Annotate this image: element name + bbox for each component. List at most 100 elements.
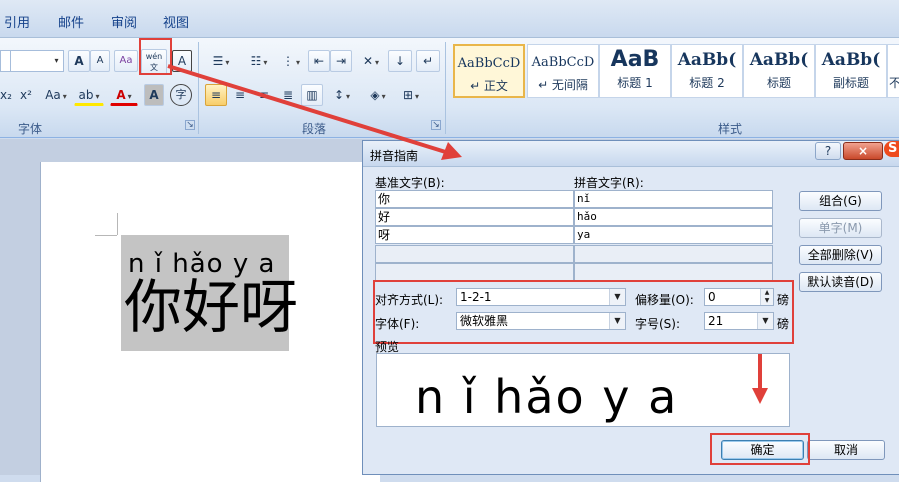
base-text-cell[interactable] bbox=[375, 263, 574, 281]
sogou-logo-icon: S bbox=[884, 141, 899, 157]
show-marks-button[interactable]: ↵ bbox=[416, 50, 440, 72]
margin-mark bbox=[117, 213, 118, 235]
close-icon: × bbox=[857, 144, 869, 158]
style-sample: AaBbCcD bbox=[457, 56, 521, 71]
char-shading-button[interactable]: A bbox=[144, 84, 164, 106]
sort-icon: ↓ bbox=[394, 54, 406, 68]
group-button[interactable]: 组合(G) bbox=[799, 191, 882, 211]
phonetic-guide-highlight bbox=[139, 38, 172, 75]
preview-box: n ǐ hǎo y a bbox=[376, 353, 790, 427]
style-normal[interactable]: AaBbCcD ↵ 正文 bbox=[453, 44, 525, 98]
justify-button[interactable]: ≣ bbox=[277, 84, 299, 106]
align-left-button[interactable]: ≡ bbox=[205, 84, 227, 106]
style-name: 标题 bbox=[766, 76, 791, 90]
style-sample: AaBbCcD bbox=[531, 55, 595, 70]
decrease-indent-button[interactable]: ⇤ bbox=[308, 50, 330, 72]
preview-text: n ǐ hǎo y a bbox=[415, 370, 679, 424]
document-hanzi-text[interactable]: 你好呀 bbox=[124, 274, 298, 340]
char-border-button[interactable]: A bbox=[172, 50, 192, 72]
increase-indent-icon: ⇥ bbox=[335, 54, 347, 68]
shrink-font-button[interactable]: A bbox=[90, 50, 110, 72]
ruby-text-header: 拼音文字(R): bbox=[574, 176, 644, 190]
style-name: 标题 1 bbox=[617, 76, 653, 90]
sort-button[interactable]: ↓ bbox=[388, 50, 412, 72]
shading-button[interactable]: ◈ bbox=[362, 84, 394, 106]
ruby-text-cell[interactable] bbox=[574, 263, 773, 281]
align-center-button[interactable]: ≡ bbox=[229, 84, 251, 106]
justify-icon: ≣ bbox=[282, 88, 294, 102]
enclose-char-button[interactable]: 字 bbox=[170, 84, 192, 106]
menu-review[interactable]: 审阅 bbox=[111, 12, 137, 31]
clear-all-button[interactable]: 全部删除(V) bbox=[799, 245, 882, 265]
paragraph-mark-icon: ↵ bbox=[422, 54, 434, 68]
close-button[interactable]: × bbox=[843, 142, 883, 160]
increase-indent-button[interactable]: ⇥ bbox=[330, 50, 352, 72]
clear-format-button[interactable]: Aa bbox=[114, 50, 138, 72]
align-center-icon: ≡ bbox=[234, 88, 246, 102]
styles-group-label: 样式 bbox=[718, 122, 743, 136]
chevron-down-icon: ▾ bbox=[54, 56, 59, 65]
align-left-icon: ≡ bbox=[210, 88, 222, 102]
style-sample: AaBb( bbox=[749, 50, 809, 70]
font-dialog-launcher-icon[interactable]: ↘ bbox=[185, 120, 195, 130]
ruby-text-cell[interactable] bbox=[574, 245, 773, 263]
change-case-button[interactable]: Aa bbox=[40, 84, 72, 106]
cancel-button[interactable]: 取消 bbox=[807, 440, 885, 460]
help-button[interactable]: ? bbox=[815, 142, 841, 160]
mono-button[interactable]: 单字(M) bbox=[799, 218, 882, 238]
chinese-layout-icon: ✕ bbox=[362, 54, 374, 68]
font-group-label: 字体 bbox=[18, 122, 43, 136]
style-sample: AaB bbox=[610, 47, 660, 72]
style-name: ↵ 无间隔 bbox=[538, 78, 588, 92]
font-size-combo[interactable]: ▾ bbox=[10, 50, 64, 72]
distributed-icon: ▥ bbox=[306, 88, 318, 102]
font-color-button[interactable]: A bbox=[110, 84, 138, 106]
ribbon: ▾ ▾ A A Aa wén 文 A x₂ x² Aa ab A A 字 字体 … bbox=[0, 38, 899, 138]
borders-button[interactable]: ⊞ bbox=[396, 84, 426, 106]
style-sample: AaBb( bbox=[821, 50, 881, 70]
paragraph-dialog-launcher-icon[interactable]: ↘ bbox=[431, 120, 441, 130]
highlight-button[interactable]: ab bbox=[74, 84, 104, 106]
ok-button-highlight bbox=[710, 433, 810, 465]
superscript-button[interactable]: x² bbox=[16, 84, 36, 106]
group-divider bbox=[198, 42, 199, 134]
base-text-cell[interactable]: 你 bbox=[375, 190, 574, 208]
bullets-icon: ☰ bbox=[212, 54, 224, 68]
menu-bar: 引用 邮件 审阅 视图 bbox=[0, 0, 899, 38]
style-name: 标题 2 bbox=[689, 76, 725, 90]
style-name: ↵ 正文 bbox=[470, 79, 508, 93]
style-subtitle[interactable]: AaBb( 副标题 bbox=[815, 44, 887, 98]
menu-references[interactable]: 引用 bbox=[4, 12, 30, 31]
menu-view[interactable]: 视图 bbox=[163, 12, 189, 31]
style-more[interactable]: 不 bbox=[887, 44, 899, 98]
base-text-cell[interactable]: 好 bbox=[375, 208, 574, 226]
style-heading-2[interactable]: AaBb( 标题 2 bbox=[671, 44, 743, 98]
align-right-icon: ≡ bbox=[258, 88, 270, 102]
numbering-button[interactable]: ☷ bbox=[242, 50, 276, 72]
distributed-button[interactable]: ▥ bbox=[301, 84, 323, 106]
base-text-cell[interactable]: 呀 bbox=[375, 226, 574, 244]
line-spacing-icon: ↕ bbox=[333, 88, 345, 102]
dialog-title: 拼音指南 bbox=[370, 149, 419, 163]
style-heading-1[interactable]: AaB 标题 1 bbox=[599, 44, 671, 98]
ruby-text-cell[interactable]: ya bbox=[574, 226, 773, 244]
base-text-cell[interactable] bbox=[375, 245, 574, 263]
chinese-layout-button[interactable]: ✕ bbox=[356, 50, 386, 72]
line-spacing-button[interactable]: ↕ bbox=[327, 84, 357, 106]
default-reading-button[interactable]: 默认读音(D) bbox=[799, 272, 882, 292]
bullets-button[interactable]: ☰ bbox=[204, 50, 238, 72]
menu-mailings[interactable]: 邮件 bbox=[58, 12, 84, 31]
style-title[interactable]: AaBb( 标题 bbox=[743, 44, 815, 98]
ruby-text-cell[interactable]: hǎo bbox=[574, 208, 773, 226]
subscript-button[interactable]: x₂ bbox=[0, 84, 14, 106]
align-right-button[interactable]: ≡ bbox=[253, 84, 275, 106]
multilevel-list-button[interactable]: ⋮ bbox=[276, 50, 306, 72]
group-divider bbox=[445, 42, 446, 134]
paragraph-group-label: 段落 bbox=[302, 122, 327, 136]
ruby-text-cell[interactable]: nǐ bbox=[574, 190, 773, 208]
multilevel-list-icon: ⋮ bbox=[281, 54, 294, 68]
style-no-spacing[interactable]: AaBbCcD ↵ 无间隔 bbox=[527, 44, 599, 98]
dialog-title-bar[interactable]: 拼音指南 ? × S bbox=[363, 141, 899, 167]
grow-font-button[interactable]: A bbox=[68, 50, 90, 72]
borders-icon: ⊞ bbox=[402, 88, 414, 102]
